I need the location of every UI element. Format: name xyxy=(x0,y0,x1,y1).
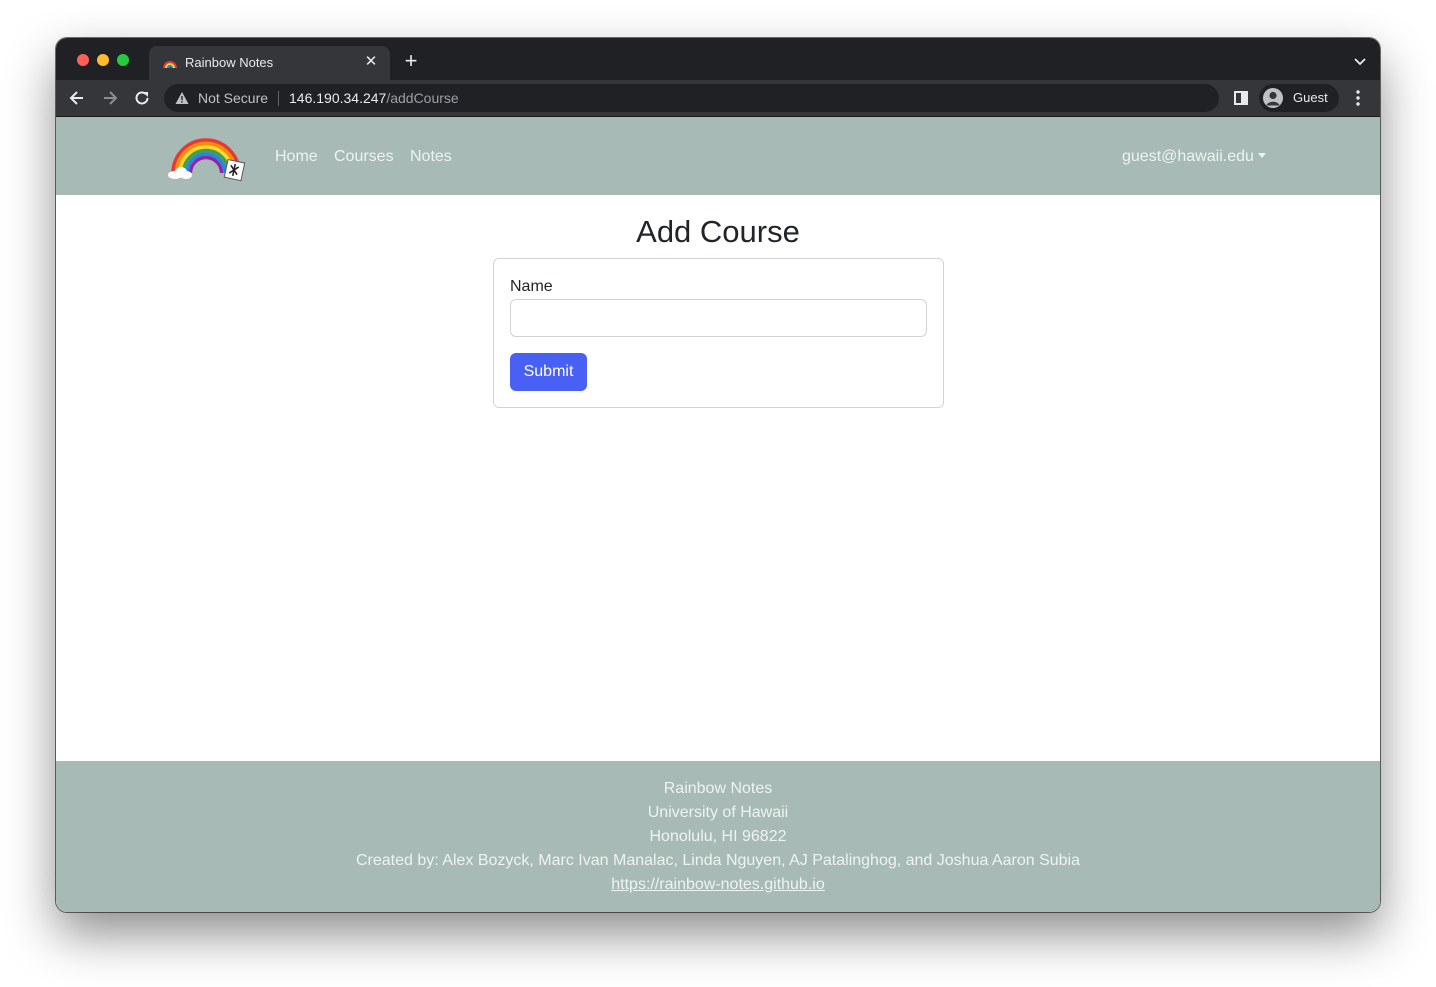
tab-title: Rainbow Notes xyxy=(185,55,274,70)
add-course-form: Name Submit xyxy=(493,258,944,408)
close-window-button[interactable] xyxy=(77,54,89,66)
profile-button[interactable]: Guest xyxy=(1259,84,1339,112)
nav-courses-link[interactable]: Courses xyxy=(334,148,394,166)
footer-app-name: Rainbow Notes xyxy=(663,780,773,797)
browser-tab[interactable]: Rainbow Notes ✕ xyxy=(149,46,390,80)
minimize-window-button[interactable] xyxy=(97,54,109,66)
caret-down-icon xyxy=(1257,153,1266,158)
warning-triangle-icon xyxy=(175,92,189,104)
nav-notes-link[interactable]: Notes xyxy=(410,148,452,166)
browser-window: Rainbow Notes ✕ + Not Secure 146.190.34.… xyxy=(56,38,1380,912)
address-bar[interactable]: Not Secure 146.190.34.247/addCourse xyxy=(164,84,1219,112)
footer-website-link[interactable]: https://rainbow-notes.github.io xyxy=(611,876,824,893)
submit-button[interactable]: Submit xyxy=(510,353,587,391)
side-panel-icon[interactable] xyxy=(1234,91,1248,105)
browser-toolbar: Not Secure 146.190.34.247/addCourse Gues… xyxy=(56,80,1380,117)
address-separator xyxy=(278,91,279,106)
footer-link-row: https://rainbow-notes.github.io xyxy=(56,876,1380,894)
reload-icon[interactable] xyxy=(132,88,152,108)
footer-credits: Created by: Alex Bozyck, Marc Ivan Manal… xyxy=(356,852,1080,869)
rainbow-logo[interactable] xyxy=(168,131,248,183)
tab-search-chevron-icon[interactable] xyxy=(1352,53,1368,69)
user-dropdown[interactable]: guest@hawaii.edu xyxy=(1122,148,1266,166)
forward-arrow-icon[interactable] xyxy=(100,88,120,108)
page-content: Home Courses Notes guest@hawaii.edu Add … xyxy=(56,117,1380,912)
tab-close-icon[interactable]: ✕ xyxy=(362,53,380,71)
page-title: Add Course xyxy=(636,214,800,249)
more-options-icon[interactable] xyxy=(1350,89,1366,107)
back-arrow-icon[interactable] xyxy=(67,88,87,108)
user-email: guest@hawaii.edu xyxy=(1122,148,1254,165)
footer-university: University of Hawaii xyxy=(647,804,789,821)
nav-home-link[interactable]: Home xyxy=(275,148,318,166)
url-path: /addCourse xyxy=(386,90,459,106)
site-navbar: Home Courses Notes guest@hawaii.edu xyxy=(56,117,1380,195)
name-input[interactable] xyxy=(510,299,927,337)
rainbow-favicon-icon xyxy=(163,61,177,69)
site-footer: Rainbow Notes University of Hawaii Honol… xyxy=(56,761,1380,912)
url-text[interactable]: 146.190.34.247/addCourse xyxy=(289,90,459,106)
tab-strip: Rainbow Notes ✕ + xyxy=(56,38,1380,80)
security-label[interactable]: Not Secure xyxy=(198,90,268,106)
name-field-label: Name xyxy=(510,278,553,295)
maximize-window-button[interactable] xyxy=(117,54,129,66)
new-tab-icon[interactable]: + xyxy=(400,50,422,73)
footer-address: Honolulu, HI 96822 xyxy=(649,828,787,845)
url-host: 146.190.34.247 xyxy=(289,90,387,106)
profile-label: Guest xyxy=(1293,90,1328,105)
profile-avatar-icon xyxy=(1263,88,1283,108)
